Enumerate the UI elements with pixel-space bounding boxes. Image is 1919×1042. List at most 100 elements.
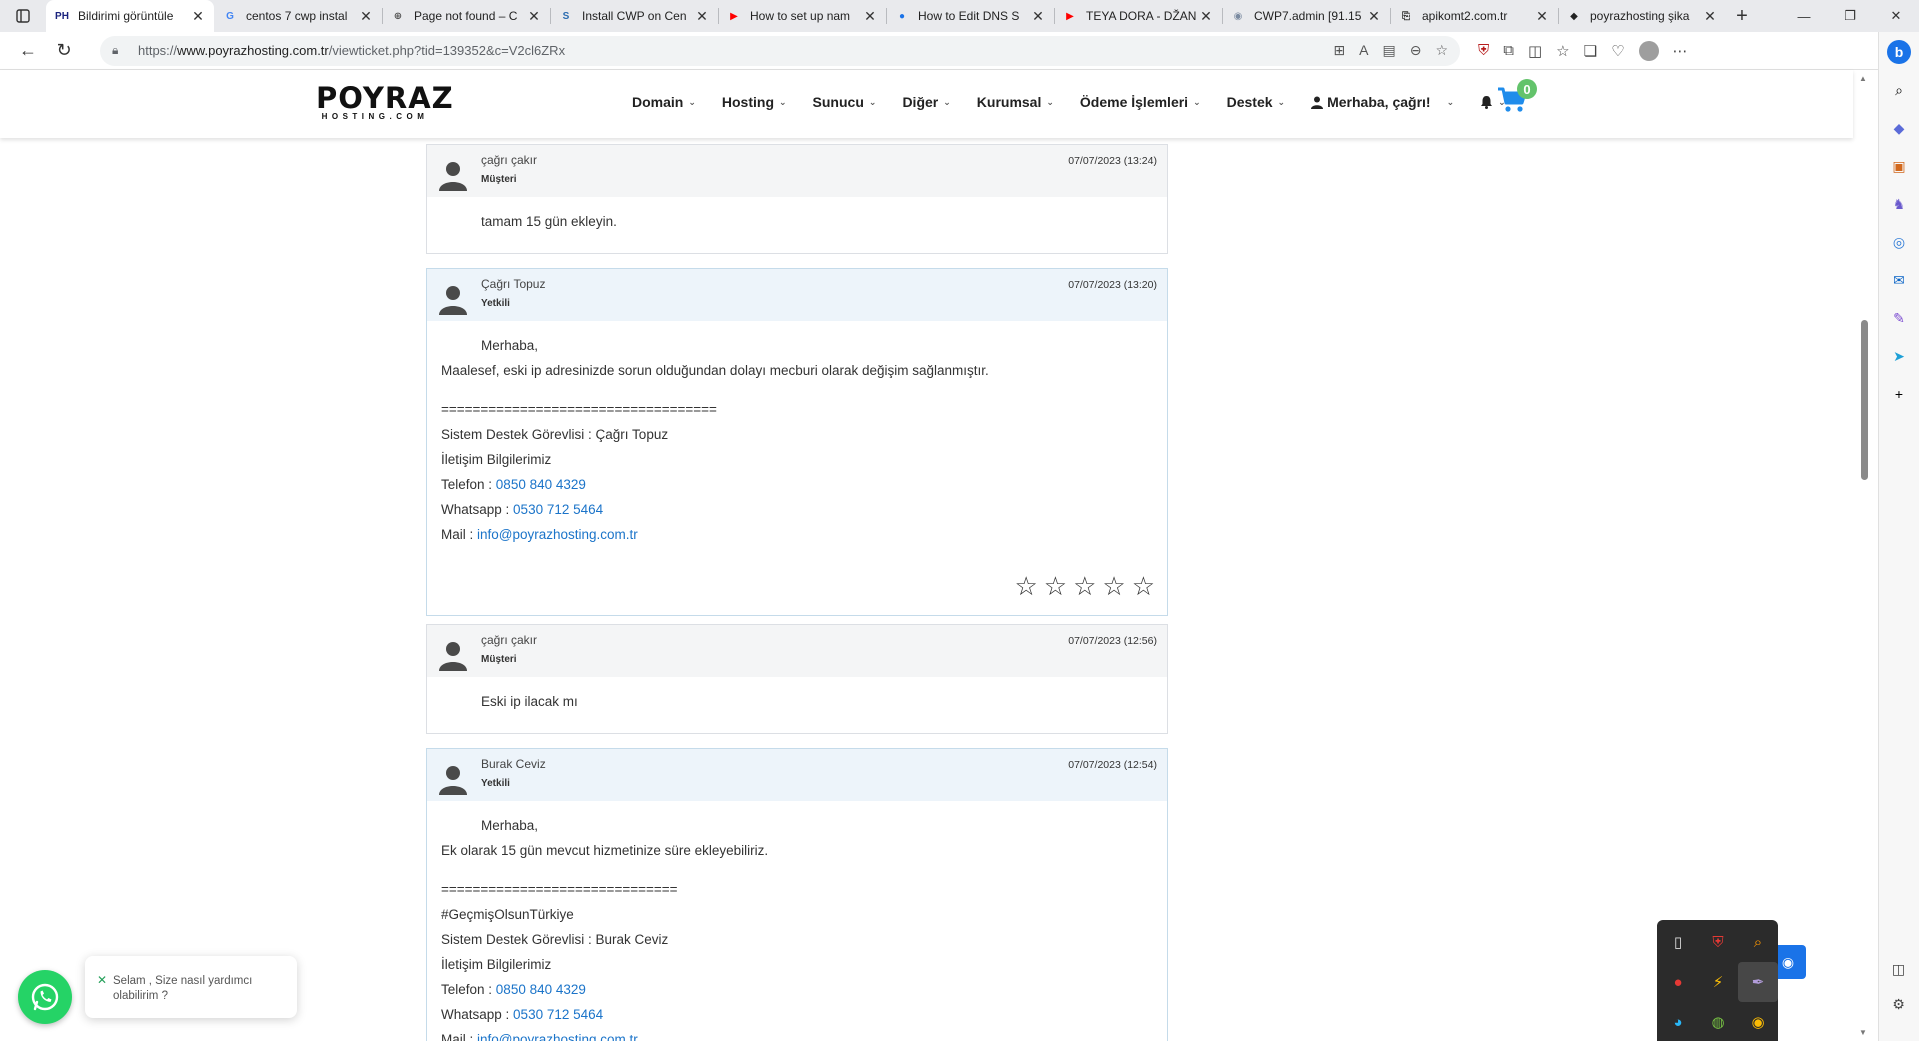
search-tool-icon[interactable]: ⌕: [1738, 922, 1778, 962]
tools-icon[interactable]: ▣: [1887, 154, 1911, 178]
site-logo[interactable]: POYRAZ HOSTING.COM: [316, 84, 434, 121]
nav-kurumsal[interactable]: Kurumsal⌄: [977, 94, 1054, 110]
whatsapp-greeting-text: Selam , Size nasıl yardımcı olabilirim ?: [113, 975, 252, 1002]
torrent-client-icon[interactable]: ◍: [1698, 1002, 1738, 1042]
outlook-icon[interactable]: ✉: [1887, 268, 1911, 292]
page-scrollbar[interactable]: ▲ ▼: [1853, 70, 1878, 1041]
mail-link[interactable]: info@poyrazhosting.com.tr: [477, 527, 638, 542]
user-menu[interactable]: Merhaba, çağrı!⌄: [1311, 94, 1454, 110]
zoom-icon[interactable]: ⊖: [1410, 42, 1422, 59]
nav-diger[interactable]: Diğer⌄: [902, 94, 950, 110]
browser-tab[interactable]: ●How to Edit DNS S✕: [886, 0, 1054, 32]
shopping-cart[interactable]: 0: [1497, 87, 1529, 117]
phone-link[interactable]: 0850 840 4329: [496, 477, 586, 492]
browser-tab[interactable]: ▶How to set up nam✕: [718, 0, 886, 32]
nav-hosting[interactable]: Hosting⌄: [722, 94, 787, 110]
sidebar-settings-icon[interactable]: ⚙: [1892, 996, 1905, 1013]
close-icon[interactable]: ✕: [97, 973, 107, 988]
phone-link[interactable]: 0850 840 4329: [496, 982, 586, 997]
rating-star-3-icon[interactable]: ☆: [1073, 571, 1096, 602]
tab-favicon-icon: G: [222, 8, 238, 24]
browser-tab[interactable]: ⎘apikomt2.com.tr✕: [1390, 0, 1558, 32]
rating-star-1-icon[interactable]: ☆: [1014, 571, 1037, 602]
rating-star-5-icon[interactable]: ☆: [1132, 571, 1155, 602]
browser-essentials-icon[interactable]: ♡: [1611, 42, 1624, 60]
back-button[interactable]: ←: [10, 35, 46, 67]
ublock-extension-icon[interactable]: ⛨: [1478, 42, 1489, 59]
microsoft-365-icon[interactable]: ◎: [1887, 230, 1911, 254]
browser-tab[interactable]: Gcentos 7 cwp instal✕: [214, 0, 382, 32]
maximize-button[interactable]: ❐: [1827, 0, 1873, 32]
feather-app-icon[interactable]: ✒: [1738, 962, 1778, 1002]
close-window-button[interactable]: ✕: [1873, 0, 1919, 32]
browser-tab[interactable]: SInstall CWP on Cen✕: [550, 0, 718, 32]
scroll-up-arrow-icon[interactable]: ▲: [1859, 74, 1867, 83]
drop-icon[interactable]: ➤: [1887, 344, 1911, 368]
browser-tab[interactable]: ◆poyrazhosting şika✕: [1558, 0, 1726, 32]
copilot-icon[interactable]: b: [1887, 40, 1911, 64]
collections-icon[interactable]: ❏: [1584, 42, 1597, 60]
browser-tab[interactable]: ◉CWP7.admin [91.15✕: [1222, 0, 1390, 32]
scroll-down-arrow-icon[interactable]: ▼: [1859, 1028, 1867, 1037]
tab-close-icon[interactable]: ✕: [1030, 8, 1046, 25]
signature-phone: Telefon : 0850 840 4329: [441, 472, 1153, 497]
rating-star-4-icon[interactable]: ☆: [1102, 571, 1125, 602]
tab-actions-icon[interactable]: [0, 0, 46, 32]
address-bar[interactable]: 🔒︎ https://www.poyrazhosting.com.tr/view…: [100, 36, 1460, 66]
split-screen-icon[interactable]: ◫: [1528, 42, 1542, 60]
whatsapp-link[interactable]: 0530 712 5464: [513, 1007, 603, 1022]
sidebar-layout-icon[interactable]: ◫: [1892, 961, 1905, 978]
profile-avatar[interactable]: [1639, 41, 1659, 61]
reply-role: Yetkili: [481, 778, 510, 789]
tab-close-icon[interactable]: ✕: [358, 8, 374, 25]
tab-close-icon[interactable]: ✕: [1702, 8, 1718, 25]
minimize-button[interactable]: —: [1781, 0, 1827, 32]
browser-tab[interactable]: ⊕Page not found – C✕: [382, 0, 550, 32]
whatsapp-link[interactable]: 0530 712 5464: [513, 502, 603, 517]
read-aloud-icon[interactable]: A: [1359, 42, 1368, 59]
security-shield-icon[interactable]: ⛨: [1698, 922, 1738, 962]
whatsapp-chat-button[interactable]: [18, 970, 72, 1024]
usb-device-icon[interactable]: ▯: [1658, 922, 1698, 962]
shopping-tag-icon[interactable]: ◆: [1887, 116, 1911, 140]
tab-label: poyrazhosting şika: [1590, 9, 1702, 23]
power-tool-icon[interactable]: ⚡: [1698, 962, 1738, 1002]
reader-mode-icon[interactable]: ▤: [1382, 42, 1395, 59]
browser-tab[interactable]: PHBildirimi görüntüle✕: [46, 0, 214, 32]
new-tab-button[interactable]: +: [1726, 5, 1758, 28]
favorites-icon[interactable]: ☆: [1556, 42, 1569, 60]
rating-star-2-icon[interactable]: ☆: [1044, 571, 1067, 602]
designer-icon[interactable]: ✎: [1887, 306, 1911, 330]
edge-browser-icon[interactable]: ◕: [1658, 1002, 1698, 1042]
nav-odeme-islemleri[interactable]: Ödeme İşlemleri⌄: [1080, 94, 1201, 110]
tab-favicon-icon: ●: [894, 8, 910, 24]
more-options-icon[interactable]: ⋯: [1673, 42, 1688, 60]
mail-link[interactable]: info@poyrazhosting.com.tr: [477, 1032, 638, 1041]
tab-close-icon[interactable]: ✕: [862, 8, 878, 25]
antivirus-alert-icon[interactable]: ●: [1658, 962, 1698, 1002]
favorite-star-icon[interactable]: ☆: [1435, 42, 1448, 59]
scrollbar-thumb[interactable]: [1861, 320, 1868, 480]
tab-close-icon[interactable]: ✕: [190, 8, 206, 25]
whatsapp-greeting-bubble: ✕ Selam , Size nasıl yardımcı olabilirim…: [85, 956, 297, 1018]
add-sidebar-app-icon[interactable]: +: [1887, 382, 1911, 406]
tab-close-icon[interactable]: ✕: [1366, 8, 1382, 25]
extensions-icon[interactable]: ⧉: [1503, 42, 1514, 59]
browser-tab[interactable]: ▶TEYA DORA - DŽAN✕: [1054, 0, 1222, 32]
tab-close-icon[interactable]: ✕: [526, 8, 542, 25]
tab-label: How to set up nam: [750, 9, 862, 23]
nav-sunucu[interactable]: Sunucu⌄: [813, 94, 877, 110]
tab-close-icon[interactable]: ✕: [1198, 8, 1214, 25]
app-available-icon[interactable]: ⊞: [1333, 42, 1345, 59]
browser-toolbar: ← ↻ 🔒︎ https://www.poyrazhosting.com.tr/…: [0, 32, 1878, 70]
tab-close-icon[interactable]: ✕: [1534, 8, 1550, 25]
lock-icon[interactable]: 🔒︎: [112, 43, 128, 58]
tab-close-icon[interactable]: ✕: [694, 8, 710, 25]
search-icon[interactable]: ⌕: [1887, 78, 1911, 102]
nav-domain[interactable]: Domain⌄: [632, 94, 696, 110]
chrome-browser-icon[interactable]: ◉: [1738, 1002, 1778, 1042]
reload-button[interactable]: ↻: [46, 35, 82, 67]
games-icon[interactable]: ♞: [1887, 192, 1911, 216]
nav-destek[interactable]: Destek⌄: [1227, 94, 1285, 110]
cart-count-badge: 0: [1517, 79, 1537, 99]
